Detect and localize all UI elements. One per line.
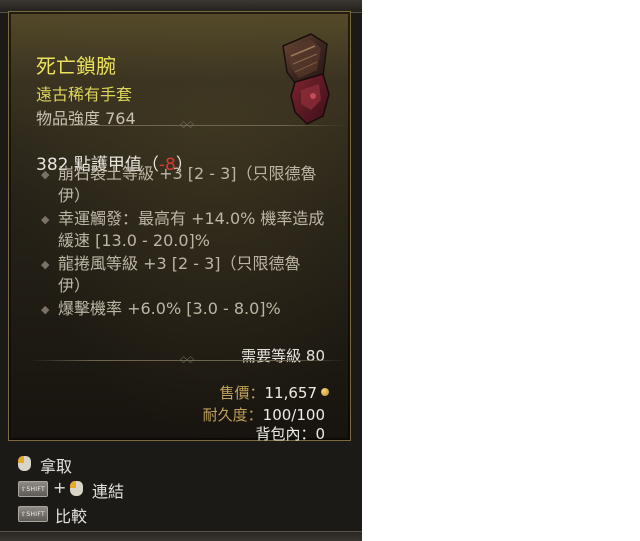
affix-line: 崩石裂土等級 +3 [2 - 3]（只限德魯 伊） [58,163,348,207]
divider-ornament-icon: ◇◇ [180,120,194,130]
required-level: 需要等級 80 [241,347,325,365]
durability: 耐久度：100/100 [203,404,325,425]
action-link-label: 連結 [92,482,125,501]
bottom-ornament [0,531,362,541]
divider: ◇◇ [29,356,347,365]
durability-label: 耐久度： [202,406,263,424]
affix-bullet-icon: ◆ [41,258,50,271]
affix-text-cont: 緩速 [13.0 - 20.0]% [58,231,210,250]
affix-line: 爆擊機率 +6.0% [3.0 - 8.0]% [58,298,348,320]
item-name: 死亡鎖腕 [36,54,116,78]
plus-sign: + [53,478,67,497]
action-pickup-label: 拿取 [40,457,73,476]
affix-text: 龍捲風等級 +3 [2 - 3]（只限德魯 [58,254,301,273]
affix-text: 爆擊機率 +6.0% [3.0 - 8.0]% [58,299,281,318]
inventory-value: 0 [315,425,325,443]
inventory-count: 背包內：0 [255,423,325,444]
sell-price-value: 11,657 [264,384,318,402]
durability-value: 100/100 [262,406,325,424]
affix-line: 幸運觸發：最高有 +14.0% 機率造成 緩速 [13.0 - 20.0]% [58,208,348,252]
affix-bullet-icon: ◆ [41,303,50,316]
shift-key-icon: ⇧SHIFT [18,481,48,497]
affix-text-cont: 伊） [58,186,91,205]
gauntlet-icon [282,33,330,125]
affix-bullet-icon: ◆ [41,168,50,181]
divider: ◇◇ [29,121,347,130]
sell-price-label: 售價： [219,384,265,402]
mouse-left-click-icon [70,481,83,496]
action-hints: 拿取 ⇧SHIFT + 連結 ⇧SHIFT 比較 [8,450,351,530]
affix-bullet-icon: ◆ [41,213,50,226]
action-compare-label: 比較 [55,507,88,526]
divider-ornament-icon: ◇◇ [180,355,194,365]
affix-text-cont: 伊） [58,276,91,295]
item-type: 遠古稀有手套 [36,85,133,104]
mouse-left-click-icon [18,456,31,471]
action-link[interactable]: ⇧SHIFT + 連結 [18,478,218,501]
action-compare[interactable]: ⇧SHIFT 比較 [18,503,218,526]
item-tooltip-card: 死亡鎖腕 遠古稀有手套 物品強度 764 ◇◇ 382 點護甲值（-8） ◆ 崩… [8,11,351,444]
affix-text: 幸運觸發：最高有 +14.0% 機率造成 [58,209,325,228]
affix-line: 龍捲風等級 +3 [2 - 3]（只限德魯 伊） [58,253,348,297]
item-tooltip-frame: 死亡鎖腕 遠古稀有手套 物品強度 764 ◇◇ 382 點護甲值（-8） ◆ 崩… [0,0,362,541]
gold-coin-icon [321,388,329,396]
shift-key-icon: ⇧SHIFT [18,506,48,522]
inventory-label: 背包內： [255,425,316,443]
affix-text: 崩石裂土等級 +3 [2 - 3]（只限德魯 [58,164,317,183]
sell-price: 售價：11,657 [219,382,329,403]
